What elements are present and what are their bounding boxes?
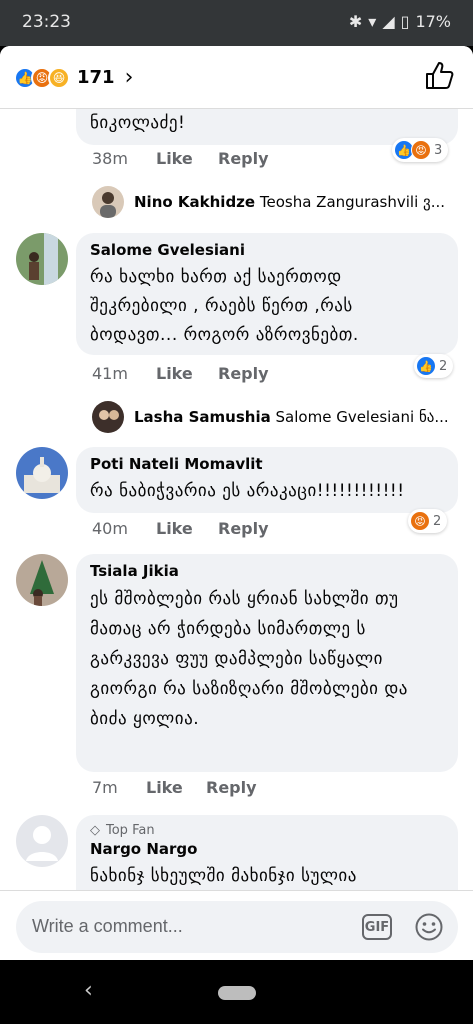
- reply-author: Nino Kakhidze: [134, 193, 256, 211]
- avatar[interactable]: [92, 186, 124, 218]
- comment-actions: 40m Like Reply: [92, 519, 269, 538]
- reply-button[interactable]: Reply: [206, 778, 257, 797]
- avatar[interactable]: [16, 447, 68, 499]
- reactions-summary[interactable]: 👍 😡 😆 171 ›: [14, 65, 133, 90]
- system-nav-bar: ‹: [0, 960, 473, 1024]
- reply-preview[interactable]: Nino Kakhidze Teosha Zangurashvili ვ...: [134, 193, 446, 211]
- battery-level: 17%: [415, 12, 451, 31]
- comments-sheet: 👍 😡 😆 171 › ნიკოლაძე! 38m Like Reply 👍 😡…: [0, 46, 473, 960]
- like-button[interactable]: Like: [156, 364, 218, 383]
- reply-button[interactable]: Reply: [218, 364, 269, 383]
- reply-button[interactable]: Reply: [218, 519, 269, 538]
- comment-reactions-badge[interactable]: 😡 2: [408, 509, 448, 533]
- reaction-count: 171: [77, 67, 115, 88]
- comment-author[interactable]: Nargo Nargo: [90, 840, 444, 858]
- comments-list: ნიკოლაძე! 38m Like Reply 👍 😡 3 Nino Kakh…: [0, 109, 473, 890]
- avatar[interactable]: [16, 815, 68, 867]
- reactions-header: 👍 😡 😆 171 ›: [0, 46, 473, 109]
- comment-time: 41m: [92, 364, 128, 383]
- signal-icon: ◢: [382, 12, 395, 31]
- avatar[interactable]: [92, 401, 124, 433]
- comment-actions: 7m Like Reply: [92, 778, 257, 797]
- angry-reaction-icon: 😡: [410, 511, 430, 531]
- comment-bubble: Poti Nateli Momavlit რა ნაბიჭვარია ეს არ…: [76, 447, 458, 513]
- like-reaction-icon: 👍: [416, 356, 436, 376]
- top-fan-badge: ◇ Top Fan: [90, 823, 444, 838]
- reply-preview[interactable]: Lasha Samushia Salome Gvelesiani ნა...: [134, 408, 450, 426]
- like-button[interactable]: Like: [146, 778, 206, 797]
- reply-text: Salome Gvelesiani ნა...: [275, 408, 449, 426]
- comment-author[interactable]: Poti Nateli Momavlit: [90, 455, 444, 473]
- avatar[interactable]: [16, 233, 68, 285]
- comment-text: ნახინჯ სხეულში მახინჯი სულია: [90, 866, 357, 886]
- like-button[interactable]: Like: [156, 519, 218, 538]
- comment-author[interactable]: Salome Gvelesiani: [90, 241, 444, 259]
- comment-bubble: Tsiala Jikia ეს მშობლები რას ყრიან სახლშ…: [76, 554, 458, 772]
- comment-reactions-badge[interactable]: 👍 😡 3: [392, 138, 449, 162]
- comment-actions: 38m Like Reply: [92, 149, 269, 168]
- comment-time: 40m: [92, 519, 128, 538]
- comment-composer: GIF: [0, 890, 473, 960]
- reaction-count: 2: [439, 358, 448, 374]
- reply-text: Teosha Zangurashvili ვ...: [259, 193, 446, 211]
- reply-button[interactable]: Reply: [218, 149, 269, 168]
- status-bar: 23:23 ✱ ▾ ◢ ▯ 17%: [0, 0, 473, 46]
- comment-bubble: ◇ Top Fan Nargo Nargo ნახინჯ სხეულში მახ…: [76, 815, 458, 890]
- mute-icon: ✱: [348, 12, 363, 31]
- comment-bubble: Salome Gvelesiani რა ხალხი ხართ აქ საერთ…: [76, 233, 458, 355]
- avatar[interactable]: [16, 554, 68, 606]
- comment-text: ნიკოლაძე!: [90, 113, 186, 133]
- gif-button[interactable]: GIF: [362, 914, 392, 940]
- reply-author: Lasha Samushia: [134, 408, 271, 426]
- comment-input-container[interactable]: GIF: [16, 901, 458, 953]
- comment-text: რა ხალხი ხართ აქ საერთოდ შეკრებილი , რაე…: [90, 267, 359, 345]
- reaction-count: 3: [434, 142, 443, 158]
- comment-text: რა ნაბიჭვარია ეს არაკაცი!!!!!!!!!!!!: [90, 481, 405, 501]
- wifi-icon: ▾: [368, 12, 377, 31]
- comment-time: 7m: [92, 778, 118, 797]
- comment-actions: 41m Like Reply: [92, 364, 269, 383]
- chevron-right-icon: ›: [124, 65, 134, 90]
- diamond-icon: ◇: [90, 823, 100, 838]
- top-fan-label: Top Fan: [106, 823, 155, 838]
- back-icon[interactable]: ‹: [84, 978, 93, 1003]
- like-button[interactable]: Like: [156, 149, 218, 168]
- comment-text: ეს მშობლები რას ყრიან სახლში თუ მათაც არ…: [90, 589, 408, 729]
- emoji-icon[interactable]: [414, 912, 444, 942]
- reaction-count: 2: [433, 513, 442, 529]
- comment-time: 38m: [92, 149, 128, 168]
- angry-reaction-icon: 😡: [411, 140, 431, 160]
- battery-icon: ▯: [400, 12, 410, 31]
- like-post-button[interactable]: [423, 60, 455, 92]
- comment-input[interactable]: [32, 916, 332, 937]
- haha-reaction-icon: 😆: [48, 66, 70, 89]
- status-icons: ✱ ▾ ◢ ▯ 17%: [349, 12, 451, 31]
- comment-author[interactable]: Tsiala Jikia: [90, 562, 444, 580]
- status-time: 23:23: [22, 12, 71, 32]
- home-pill[interactable]: [218, 986, 256, 1000]
- comment-reactions-badge[interactable]: 👍 2: [414, 354, 454, 378]
